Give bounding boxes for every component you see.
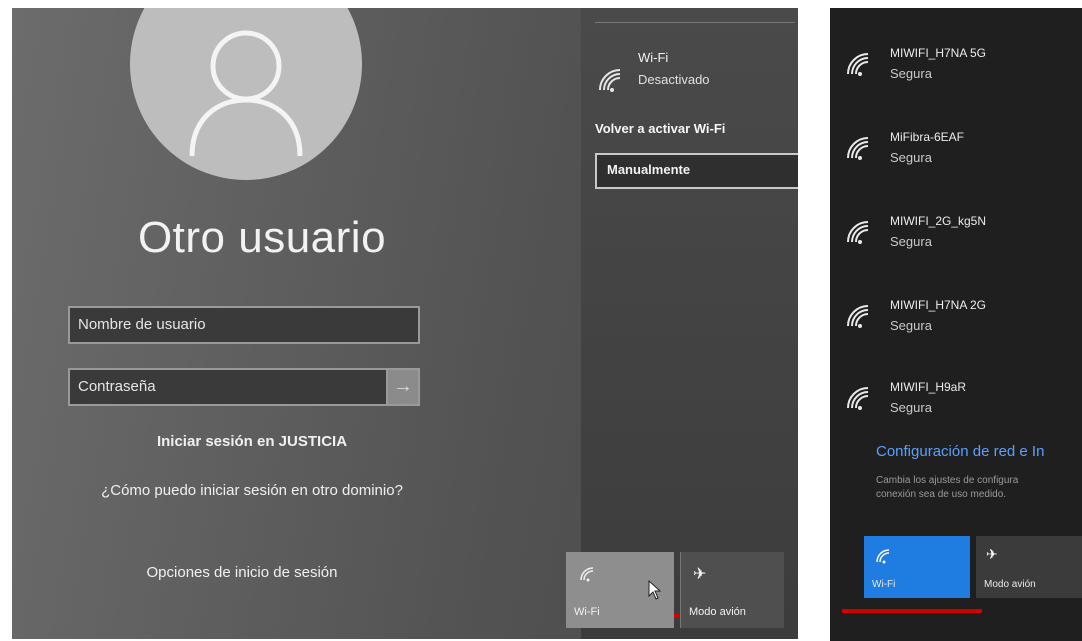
wifi-tile-label: Wi-Fi [574,606,600,618]
network-settings-description: Cambia los ajustes de configura conexión… [876,474,1018,502]
wifi-icon [580,567,594,582]
network-list-photo: MIWIFI_H7NA 5G Segura MiFibra-6EAF Segur… [830,8,1082,641]
wifi-tile[interactable]: Wi-Fi [566,552,674,628]
submit-arrow-button[interactable]: → [386,368,420,406]
wifi-icon [847,137,869,160]
sign-in-justicia-link[interactable]: Iniciar sesión en JUSTICIA [92,433,412,450]
network-name: MiFibra-6EAF [890,130,965,144]
other-domain-link[interactable]: ¿Cómo puedo iniciar sesión en otro domin… [82,480,422,502]
network-name: MIWIFI_H7NA 5G [890,46,987,60]
panel-divider [595,22,795,23]
network-item[interactable]: MIWIFI_2G_kg5N Segura [830,204,1082,276]
wifi-icon [847,387,869,410]
network-settings-desc-line2: conexión sea de uso medido. [876,489,1007,500]
airplane-mode-tile[interactable]: ✈ Modo avión [680,552,784,628]
login-screen-photo: Otro usuario Nombre de usuario Contraseñ… [12,8,798,639]
network-status: Segura [890,400,932,415]
user-title: Otro usuario [137,213,387,262]
network-status: Segura [890,318,932,333]
highlight-underline [842,609,982,613]
airplane-icon: ✈ [693,566,707,583]
wifi-icon [599,69,621,92]
wifi-icon [847,221,869,244]
network-settings-desc-line1: Cambia los ajustes de configura [876,475,1019,486]
wifi-panel: Wi-Fi Desactivado Volver a activar Wi-Fi… [581,8,798,639]
network-status: Segura [890,234,932,249]
user-icon [189,30,303,157]
network-item[interactable]: MIWIFI_H7NA 2G Segura [830,288,1082,360]
wifi-status-state: Desactivado [638,72,710,87]
network-status: Segura [890,150,932,165]
wifi-icon [847,53,869,76]
username-field[interactable]: Nombre de usuario [68,306,420,344]
network-status: Segura [890,66,932,81]
network-name: MIWIFI_2G_kg5N [890,214,987,228]
network-name: MIWIFI_H9aR [890,380,967,394]
wifi-icon [847,305,869,328]
airplane-tile-label: Modo avión [689,606,746,618]
wifi-icon [876,549,890,564]
airplane-mode-tile[interactable]: ✈ Modo avión [976,536,1082,598]
user-avatar [130,8,362,180]
reactivate-wifi-select[interactable]: Manualmente [595,153,798,189]
cursor-icon [648,580,662,600]
network-name: MIWIFI_H7NA 2G [890,298,987,312]
network-item[interactable]: MIWIFI_H7NA 5G Segura [830,36,1082,108]
network-item[interactable]: MiFibra-6EAF Segura [830,120,1082,192]
sign-in-options-link[interactable]: Opciones de inicio de sesión [92,564,392,581]
wifi-status-name: Wi-Fi [638,50,669,65]
reactivate-wifi-label: Volver a activar Wi-Fi [595,121,726,136]
network-item[interactable]: MIWIFI_H9aR Segura [830,370,1082,442]
airplane-icon: ✈ [986,546,998,562]
password-field[interactable]: Contraseña [68,368,388,406]
airplane-tile-label: Modo avión [984,579,1036,590]
network-settings-link[interactable]: Configuración de red e In [876,443,1044,460]
wifi-tile-label: Wi-Fi [872,579,896,590]
wifi-tile-active[interactable]: Wi-Fi [864,536,970,598]
